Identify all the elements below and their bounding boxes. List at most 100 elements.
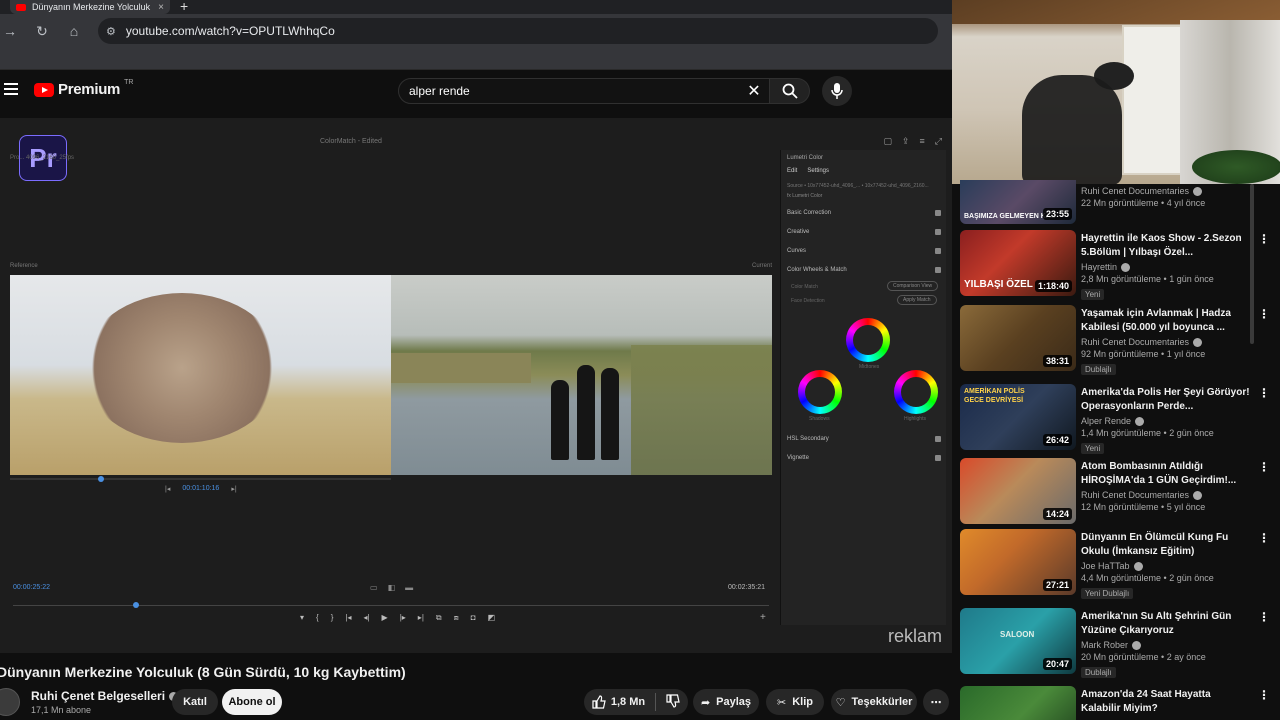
video-thumbnail[interactable]: 14:24 [960, 458, 1076, 524]
search-value: alper rende [409, 84, 470, 98]
duration-badge: 38:31 [1042, 355, 1072, 367]
dislike-button[interactable] [666, 693, 680, 711]
search-input[interactable]: alper rende ✕ [398, 78, 770, 104]
item-menu-icon[interactable]: ⋮ [1258, 307, 1270, 321]
thanks-button[interactable]: ♡ Teşekkürler [831, 689, 917, 715]
video-thumbnail[interactable] [960, 686, 1076, 720]
item-menu-icon[interactable]: ⋮ [1258, 386, 1270, 400]
next-frame-icon[interactable]: ▸| [231, 485, 236, 493]
item-menu-icon[interactable]: ⋮ [1258, 610, 1270, 624]
duration-badge: 23:55 [1042, 208, 1072, 220]
office-chair [1022, 75, 1122, 184]
play-icon: ▶ [381, 613, 388, 622]
item-title[interactable]: Atom Bombasının Atıldığı HİROŞİMA'da 1 G… [1081, 460, 1251, 488]
list-item[interactable]: AMERİKAN POLİS GECE DEVRİYESİ 26:42 Amer… [960, 384, 1270, 454]
plant [1192, 150, 1280, 184]
video-thumbnail[interactable]: YILBAŞI ÖZEL 1:18:40 [960, 230, 1076, 296]
video-thumbnail[interactable]: 27:21 [960, 529, 1076, 595]
video-thumbnail[interactable]: AMERİKAN POLİS GECE DEVRİYESİ 26:42 [960, 384, 1076, 450]
item-channel[interactable]: Joe HaTTab [1081, 561, 1251, 571]
item-channel[interactable]: Ruhi Cenet Documentaries [1081, 186, 1251, 196]
clear-search-icon[interactable]: ✕ [739, 81, 769, 101]
reeds-left [391, 353, 531, 383]
item-channel[interactable]: Mark Rober [1081, 640, 1251, 650]
list-item[interactable]: 27:21 Dünyanın En Ölümcül Kung Fu Okulu … [960, 529, 1270, 599]
video-thumbnail[interactable]: BAŞIMIZA GELMEYEN KAL 23:55 [960, 180, 1076, 224]
item-title[interactable]: Yaşamak için Avlanmak | Hadza Kabilesi (… [1081, 307, 1251, 335]
duration-badge: 27:21 [1042, 579, 1072, 591]
youtube-header: Premium TR alper rende ✕ [0, 70, 952, 112]
home-icon[interactable]: ⌂ [66, 23, 82, 39]
reload-icon[interactable]: ↻ [34, 23, 50, 40]
item-title[interactable]: Hayrettin ile Kaos Show - 2.Sezon 5.Bölü… [1081, 232, 1251, 260]
site-info-icon[interactable]: ⚙ [106, 25, 116, 38]
marker-icon: ▾ [300, 613, 305, 622]
item-menu-icon[interactable]: ⋮ [1258, 531, 1270, 545]
more-actions-button[interactable]: ⋯ [923, 689, 949, 715]
frame-icon: ▢ [883, 136, 892, 146]
list-item[interactable]: YILBAŞI ÖZEL 1:18:40 Hayrettin ile Kaos … [960, 230, 1270, 300]
subscribe-button[interactable]: Abone ol [222, 689, 282, 715]
list-item[interactable]: SALOON 20:47 Amerika'nın Su Altı Şehrini… [960, 608, 1270, 678]
out-point-icon: } [330, 613, 334, 622]
video-player[interactable]: Pr ColorMatch - Edited ▢ ⇪ ≡ ⤢ Pro... 40… [0, 118, 952, 653]
video-meta: Amerika'nın Su Altı Şehrini Gün Yüzüne Ç… [1081, 610, 1251, 680]
video-thumbnail[interactable]: SALOON 20:47 [960, 608, 1076, 674]
overwrite-icon: ⧈ [453, 613, 459, 622]
item-channel[interactable]: Alper Rende [1081, 416, 1251, 426]
dubbed-badge: Dublajlı [1081, 364, 1116, 375]
item-title[interactable]: Amazon'da 24 Saat Hayatta Kalabilir Miyi… [1081, 688, 1251, 716]
browser-navbar: → ↻ ⌂ ⚙ youtube.com/watch?v=OPUTLWhhqCo [0, 14, 952, 48]
step-back-icon: ◂| [363, 613, 370, 622]
tab-close-icon[interactable]: × [158, 2, 164, 13]
address-bar[interactable]: ⚙ youtube.com/watch?v=OPUTLWhhqCo [98, 18, 938, 44]
browser-tabbar: Dünyanın Merkezine Yolculuk ( × + [0, 0, 952, 14]
comparison-scrubber[interactable] [10, 476, 391, 482]
like-dislike-group: 1,8 Mn [584, 689, 688, 715]
new-badge: Yeni [1081, 289, 1105, 300]
step-forward-icon: |▸ [399, 613, 406, 622]
item-channel[interactable]: Ruhi Cenet Documentaries [1081, 337, 1251, 347]
tab-title: Dünyanın Merkezine Yolculuk ( [32, 2, 153, 12]
item-channel[interactable]: Hayrettin [1081, 262, 1251, 272]
list-item[interactable]: 38:31 Yaşamak için Avlanmak | Hadza Kabi… [960, 305, 1270, 375]
item-menu-icon[interactable]: ⋮ [1258, 688, 1270, 702]
item-title[interactable]: Amerika'nın Su Altı Şehrini Gün Yüzüne Ç… [1081, 610, 1251, 638]
url-text: youtube.com/watch?v=OPUTLWhhqCo [125, 24, 335, 38]
webcam-overlay [952, 0, 1280, 184]
browser-tab[interactable]: Dünyanın Merkezine Yolculuk ( × [10, 0, 170, 14]
item-title[interactable]: Dünyanın En Ölümcül Kung Fu Okulu (İmkan… [1081, 531, 1251, 559]
side-by-side-icon: ▬ [405, 583, 414, 592]
reference-frame-haystack [10, 275, 391, 475]
split-view-icon: ◧ [387, 583, 396, 592]
clip-button[interactable]: ✂ Klip [766, 689, 824, 715]
prev-frame-icon[interactable]: |◂ [165, 485, 170, 493]
item-views: 92 Mn görüntüleme • 1 yıl önce [1081, 349, 1206, 359]
list-item[interactable]: Amazon'da 24 Saat Hayatta Kalabilir Miyi… [960, 686, 1270, 720]
video-thumbnail[interactable]: 38:31 [960, 305, 1076, 371]
join-button[interactable]: Katıl [172, 689, 218, 715]
list-item[interactable]: 14:24 Atom Bombasının Atıldığı HİROŞİMA'… [960, 458, 1270, 528]
forward-icon[interactable]: → [2, 23, 18, 39]
lumetri-tab-settings: Settings [807, 168, 830, 174]
search-icon [782, 83, 798, 99]
lumetri-section: Curves [787, 248, 941, 254]
item-channel[interactable]: Ruhi Cenet Documentaries [1081, 490, 1251, 500]
sidebar-scrollbar[interactable] [1250, 184, 1254, 344]
new-tab-button[interactable]: + [180, 0, 188, 14]
share-button[interactable]: ➦ Paylaş [693, 689, 759, 715]
search-button[interactable] [770, 78, 810, 104]
channel-name[interactable]: Ruhi Çenet Belgeselleri [31, 689, 179, 703]
lumetri-source: Source • 10x77452-uhd_4096_... • 10x7745… [787, 183, 929, 189]
thumbnail-text: YILBAŞI ÖZEL [964, 279, 1033, 290]
menu-icon[interactable] [4, 83, 18, 95]
item-menu-icon[interactable]: ⋮ [1258, 232, 1270, 246]
voice-search-button[interactable] [822, 76, 852, 106]
item-title[interactable]: Amerika'da Polis Her Şeyi Görüyor! Opera… [1081, 386, 1251, 414]
duration-badge: 20:47 [1042, 658, 1072, 670]
like-button[interactable]: 1,8 Mn [592, 695, 645, 709]
item-menu-icon[interactable]: ⋮ [1258, 460, 1270, 474]
youtube-logo[interactable]: Premium TR [34, 79, 133, 98]
channel-avatar[interactable] [0, 688, 20, 716]
video-meta: Yaşamak için Avlanmak | Hadza Kabilesi (… [1081, 307, 1251, 377]
